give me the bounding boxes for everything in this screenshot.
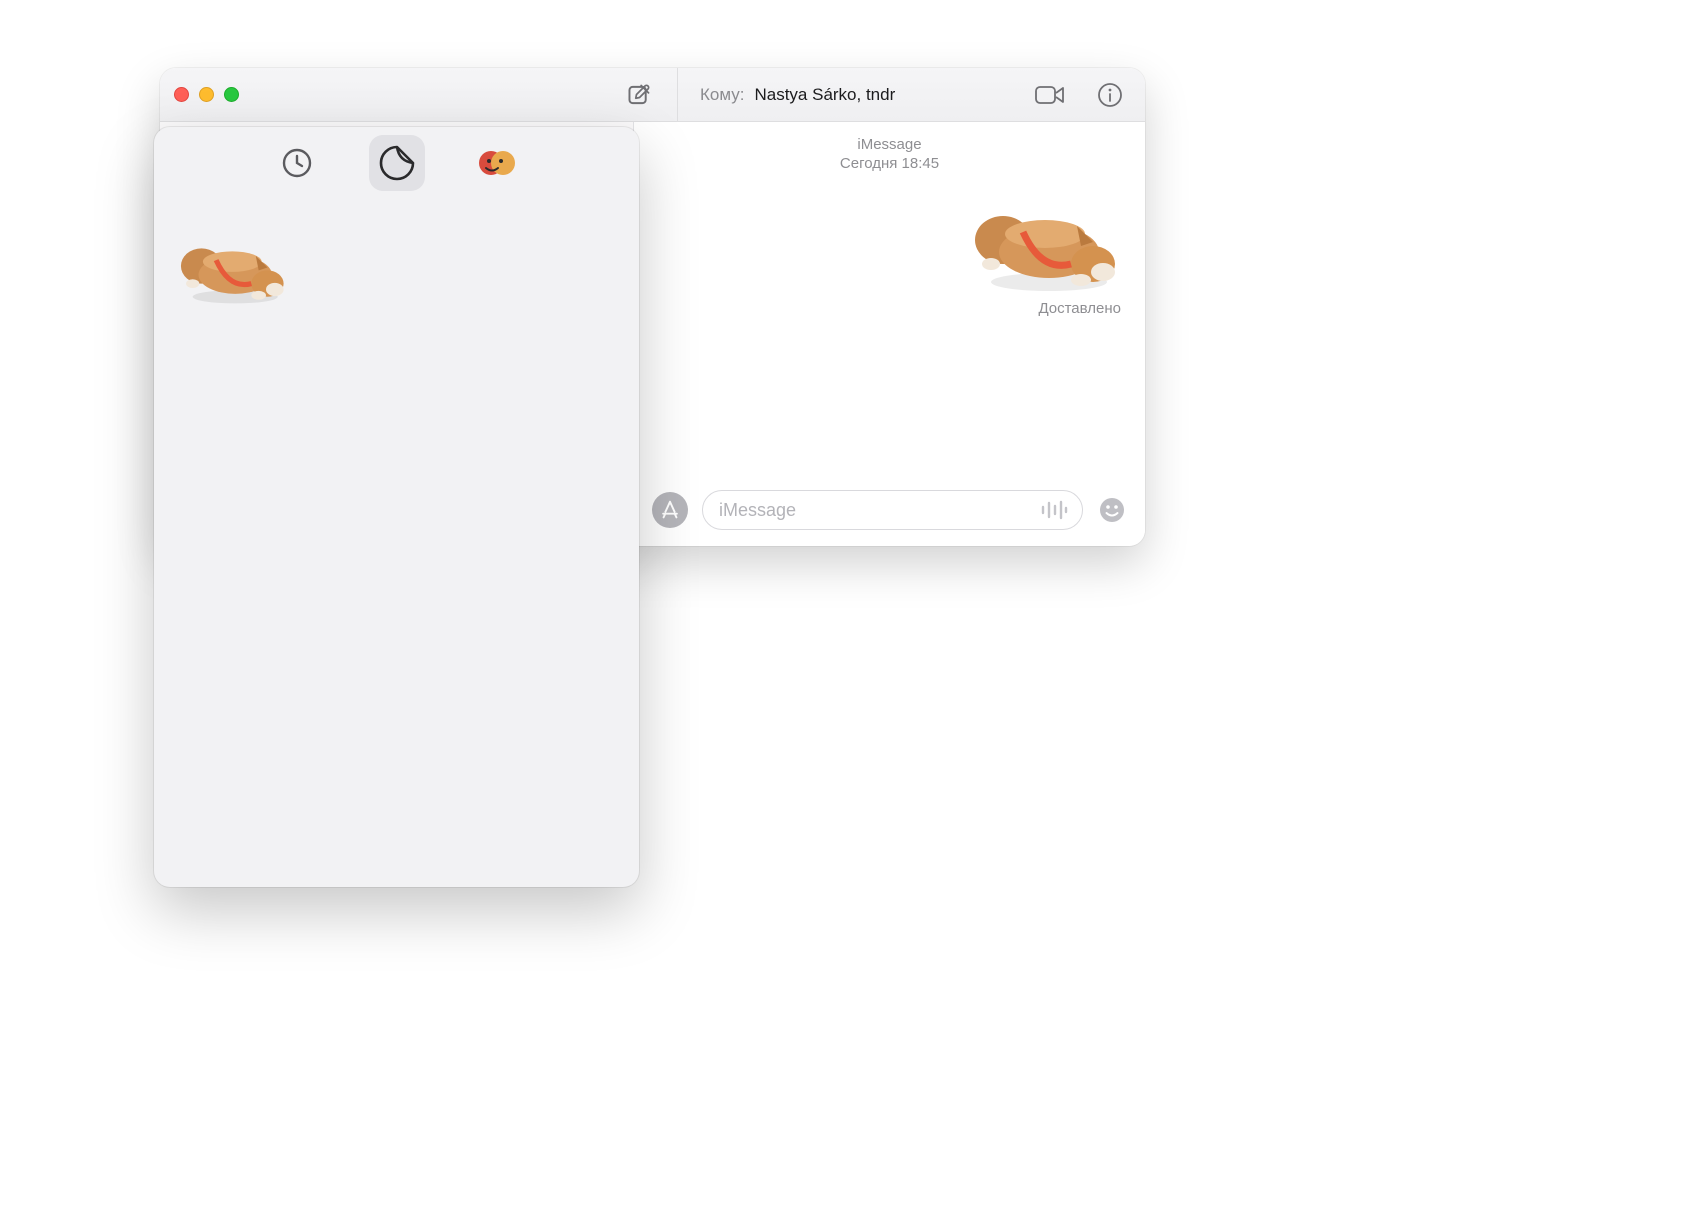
- to-label: Кому:: [700, 85, 744, 105]
- conversation-thread: iMessage Сегодня 18:45: [634, 122, 1145, 546]
- timestamp-label: Сегодня 18:45: [840, 155, 939, 172]
- sticker-drawer-tabbar: [154, 127, 639, 199]
- message-composer: [634, 490, 1145, 546]
- sticker-grid: [154, 199, 639, 887]
- drawer-tab-recents[interactable]: [269, 135, 325, 191]
- info-icon: [1096, 81, 1124, 109]
- sticker-drawer: [154, 127, 639, 887]
- window-toolbar: Кому: Nastya Sárko, tndr: [160, 68, 1145, 122]
- drawer-tab-stickers[interactable]: [369, 135, 425, 191]
- emoji-picker-icon: [1098, 496, 1126, 524]
- video-call-icon: [1034, 83, 1066, 107]
- window-minimize-button[interactable]: [199, 87, 214, 102]
- clock-icon: [280, 146, 314, 180]
- recipient-names: Nastya Sárko, tndr: [754, 85, 895, 105]
- delivery-status: Доставлено: [1038, 300, 1121, 317]
- memoji-pack-icon: [478, 148, 516, 178]
- imessage-apps-button[interactable]: [652, 492, 688, 528]
- window-zoom-button[interactable]: [224, 87, 239, 102]
- message-input-container: [702, 490, 1083, 530]
- facetime-video-button[interactable]: [1033, 78, 1067, 112]
- compose-new-message-button[interactable]: [619, 75, 659, 115]
- sticker-item-corgi[interactable]: [178, 227, 288, 305]
- audio-message-button[interactable]: [1040, 500, 1068, 520]
- window-close-button[interactable]: [174, 87, 189, 102]
- corgi-lying-sticker: [971, 186, 1121, 294]
- corgi-lying-sticker-icon: [178, 224, 288, 308]
- service-label: iMessage: [857, 136, 921, 154]
- conversation-details-button[interactable]: [1093, 78, 1127, 112]
- app-store-icon: [659, 499, 681, 521]
- drawer-tab-memoji[interactable]: [469, 135, 525, 191]
- audio-waveform-icon: [1040, 500, 1068, 520]
- message-input[interactable]: [717, 499, 1030, 522]
- compose-icon: [626, 82, 652, 108]
- sent-message[interactable]: Доставлено: [971, 186, 1121, 317]
- sticker-peel-icon: [377, 143, 417, 183]
- traffic-lights: [174, 87, 239, 102]
- recipient-field[interactable]: Кому: Nastya Sárko, tndr: [678, 78, 1127, 112]
- emoji-picker-button[interactable]: [1097, 495, 1127, 525]
